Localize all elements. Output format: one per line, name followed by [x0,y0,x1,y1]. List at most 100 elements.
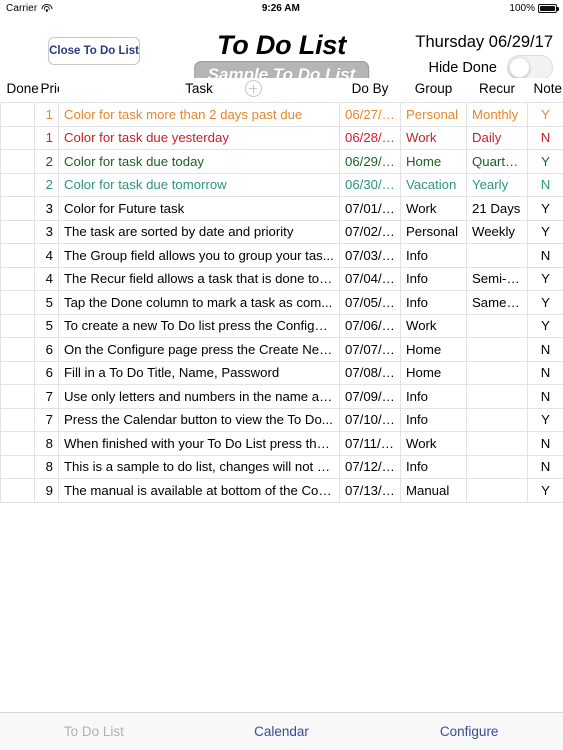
cell-priority[interactable]: 5 [34,290,59,315]
cell-group[interactable]: Personal [400,219,467,244]
cell-priority[interactable]: 1 [34,102,59,127]
cell-do-by[interactable]: 06/30/17 [339,172,401,197]
cell-note[interactable]: N [527,125,563,150]
add-circle-icon[interactable] [244,80,262,97]
table-row[interactable]: 7 Press the Calendar button to view the T… [0,407,563,432]
cell-task[interactable]: The Recur field allows a task that is do… [58,266,340,291]
hide-done-toggle[interactable] [507,55,553,80]
cell-recur[interactable] [466,454,528,479]
cell-recur[interactable]: 21 Days [466,196,528,221]
cell-task[interactable]: Press the Calendar button to view the To… [58,407,340,432]
cell-do-by[interactable]: 07/03/17 [339,243,401,268]
cell-done[interactable] [0,384,35,409]
table-row[interactable]: 4 The Group field allows you to group you… [0,243,563,268]
cell-note[interactable]: Y [527,313,563,338]
cell-note[interactable]: Y [527,149,563,174]
cell-task[interactable]: Color for task due today [58,149,340,174]
cell-task[interactable]: Color for task more than 2 days past due [58,102,340,127]
column-header-task[interactable]: Task [58,78,340,103]
table-row[interactable]: 3 The task are sorted by date and priorit… [0,219,563,244]
table-row[interactable]: 1 Color for task due yesterday 06/28/17 Wor… [0,125,563,150]
table-row[interactable]: 6 Fill in a To Do Title, Name, Password 07… [0,360,563,385]
cell-note[interactable]: N [527,337,563,362]
cell-group[interactable]: Home [400,337,467,362]
table-row[interactable]: 6 On the Configure page press the Create … [0,337,563,362]
cell-done[interactable] [0,360,35,385]
cell-task[interactable]: Color for task due tomorrow [58,172,340,197]
cell-group[interactable]: Personal [400,102,467,127]
cell-done[interactable] [0,313,35,338]
cell-do-by[interactable]: 07/08/17 [339,360,401,385]
cell-group[interactable]: Vacation [400,172,467,197]
cell-recur[interactable] [466,478,528,503]
cell-priority[interactable]: 6 [34,360,59,385]
cell-priority[interactable]: 9 [34,478,59,503]
cell-do-by[interactable]: 07/05/17 [339,290,401,315]
cell-recur[interactable]: Daily [466,125,528,150]
cell-do-by[interactable]: 07/13/17 [339,478,401,503]
cell-note[interactable]: Y [527,102,563,127]
cell-done[interactable] [0,243,35,268]
cell-do-by[interactable]: 07/02/17 [339,219,401,244]
cell-done[interactable] [0,125,35,150]
cell-done[interactable] [0,407,35,432]
toolbar-item-to-do-list[interactable]: To Do List [0,724,188,739]
cell-recur[interactable] [466,431,528,456]
cell-group[interactable]: Info [400,454,467,479]
cell-recur[interactable]: Quarterly [466,149,528,174]
column-header-do-by[interactable]: Do By [339,78,401,103]
cell-recur[interactable] [466,407,528,432]
cell-note[interactable]: Y [527,266,563,291]
cell-task[interactable]: On the Configure page press the Create N… [58,337,340,362]
cell-group[interactable]: Info [400,243,467,268]
cell-recur[interactable]: Semi-Ann... [466,266,528,291]
cell-note[interactable]: N [527,360,563,385]
cell-done[interactable] [0,266,35,291]
cell-done[interactable] [0,102,35,127]
cell-do-by[interactable]: 07/06/17 [339,313,401,338]
table-row[interactable]: 4 The Recur field allows a task that is d… [0,266,563,291]
cell-do-by[interactable]: 06/27/17 [339,102,401,127]
cell-task[interactable]: The Group field allows you to group your… [58,243,340,268]
cell-task[interactable]: The task are sorted by date and priority [58,219,340,244]
cell-done[interactable] [0,454,35,479]
cell-task[interactable]: Use only letters and numbers in the name… [58,384,340,409]
cell-priority[interactable]: 7 [34,384,59,409]
cell-task[interactable]: Tap the Done column to mark a task as co… [58,290,340,315]
cell-group[interactable]: Info [400,266,467,291]
cell-recur[interactable]: Weekly [466,219,528,244]
cell-note[interactable]: Y [527,196,563,221]
cell-recur[interactable] [466,360,528,385]
cell-done[interactable] [0,431,35,456]
cell-task[interactable]: Color for task due yesterday [58,125,340,150]
cell-do-by[interactable]: 07/09/17 [339,384,401,409]
cell-group[interactable]: Work [400,431,467,456]
cell-group[interactable]: Info [400,407,467,432]
cell-priority[interactable]: 6 [34,337,59,362]
cell-group[interactable]: Info [400,384,467,409]
cell-note[interactable]: Y [527,407,563,432]
table-row[interactable]: 8 When finished with your To Do List pres… [0,431,563,456]
column-header-note[interactable]: Note [527,78,563,103]
cell-recur[interactable] [466,337,528,362]
cell-do-by[interactable]: 07/10/17 [339,407,401,432]
cell-group[interactable]: Manual [400,478,467,503]
cell-group[interactable]: Home [400,360,467,385]
table-row[interactable]: 9 The manual is available at bottom of th… [0,478,563,503]
cell-recur[interactable]: Same Da... [466,290,528,315]
table-row[interactable]: 5 To create a new To Do list press the Co… [0,313,563,338]
cell-done[interactable] [0,337,35,362]
cell-priority[interactable]: 3 [34,196,59,221]
table-row[interactable]: 3 Color for Future task 07/01/17 Work 21 Day… [0,196,563,221]
table-row[interactable]: 1 Color for task more than 2 days past du… [0,102,563,127]
cell-priority[interactable]: 7 [34,407,59,432]
table-row[interactable]: 2 Color for task due tomorrow 06/30/17 Vaca… [0,172,563,197]
cell-priority[interactable]: 4 [34,266,59,291]
table-row[interactable]: 8 This is a sample to do list, changes wi… [0,454,563,479]
cell-task[interactable]: The manual is available at bottom of the… [58,478,340,503]
cell-note[interactable]: N [527,384,563,409]
cell-priority[interactable]: 4 [34,243,59,268]
table-row[interactable]: 5 Tap the Done column to mark a task as c… [0,290,563,315]
cell-recur[interactable]: Yearly [466,172,528,197]
cell-note[interactable]: Y [527,478,563,503]
